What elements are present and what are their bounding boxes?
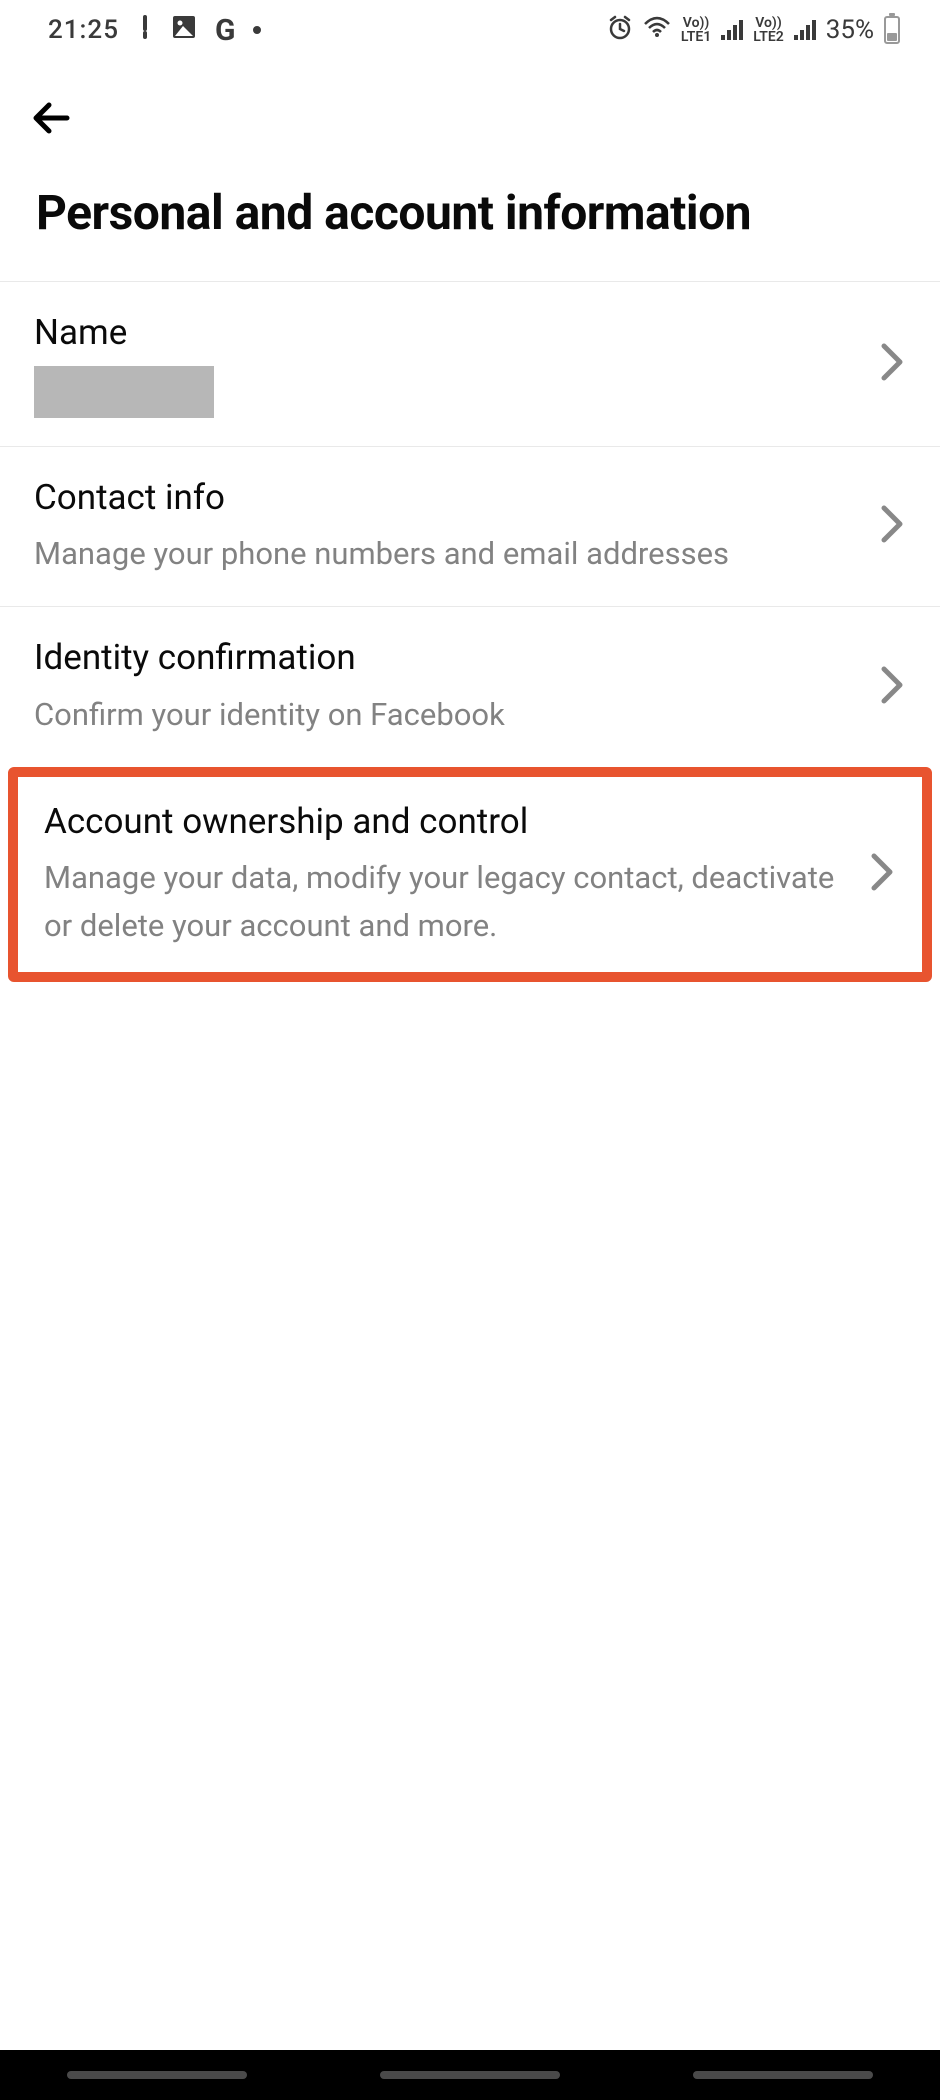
row-contact-sub: Manage your phone numbers and email addr… [34, 530, 858, 578]
status-bar: 21:25 G Vo)) LTE1 Vo)) LT [0, 0, 940, 60]
row-ownership[interactable]: Account ownership and control Manage you… [18, 777, 922, 973]
google-icon: G [215, 13, 235, 48]
vo-label-1: Vo)) [683, 16, 710, 30]
back-button[interactable] [24, 90, 80, 146]
header [0, 60, 940, 188]
page-title: Personal and account information [0, 184, 940, 282]
row-ownership-title: Account ownership and control [44, 799, 848, 845]
back-arrow-icon [27, 93, 77, 143]
nav-recents[interactable] [67, 2071, 247, 2079]
row-name[interactable]: Name [0, 282, 940, 447]
row-name-title: Name [34, 310, 858, 356]
status-left: 21:25 G [48, 13, 261, 48]
highlight-box: Account ownership and control Manage you… [8, 767, 932, 983]
battery-percent: 35% [826, 15, 874, 45]
battery-icon [884, 16, 900, 44]
android-nav-bar [0, 2050, 940, 2100]
wifi-icon [643, 16, 671, 44]
status-right: Vo)) LTE1 Vo)) LTE2 35% [607, 14, 900, 46]
row-contact-title: Contact info [34, 475, 858, 521]
priority-icon [137, 15, 153, 46]
nav-back[interactable] [693, 2071, 873, 2079]
dot-icon [253, 26, 261, 34]
picture-icon [171, 14, 197, 47]
nav-home[interactable] [380, 2071, 560, 2079]
chevron-right-icon [878, 340, 906, 388]
chevron-right-icon [868, 850, 896, 898]
status-time: 21:25 [48, 15, 119, 45]
row-ownership-sub: Manage your data, modify your legacy con… [44, 854, 848, 950]
row-contact[interactable]: Contact info Manage your phone numbers a… [0, 447, 940, 608]
alarm-icon [607, 14, 633, 46]
row-identity[interactable]: Identity confirmation Confirm your ident… [0, 607, 940, 767]
row-name-redacted [34, 366, 214, 418]
lte-label-1: LTE1 [681, 30, 711, 44]
chevron-right-icon [878, 663, 906, 711]
signal-2-icon [794, 20, 816, 40]
lte-label-2: LTE2 [753, 30, 783, 44]
vo-label-2: Vo)) [755, 16, 782, 30]
signal-1-icon [721, 20, 743, 40]
row-identity-sub: Confirm your identity on Facebook [34, 691, 858, 739]
chevron-right-icon [878, 502, 906, 550]
row-identity-title: Identity confirmation [34, 635, 858, 681]
